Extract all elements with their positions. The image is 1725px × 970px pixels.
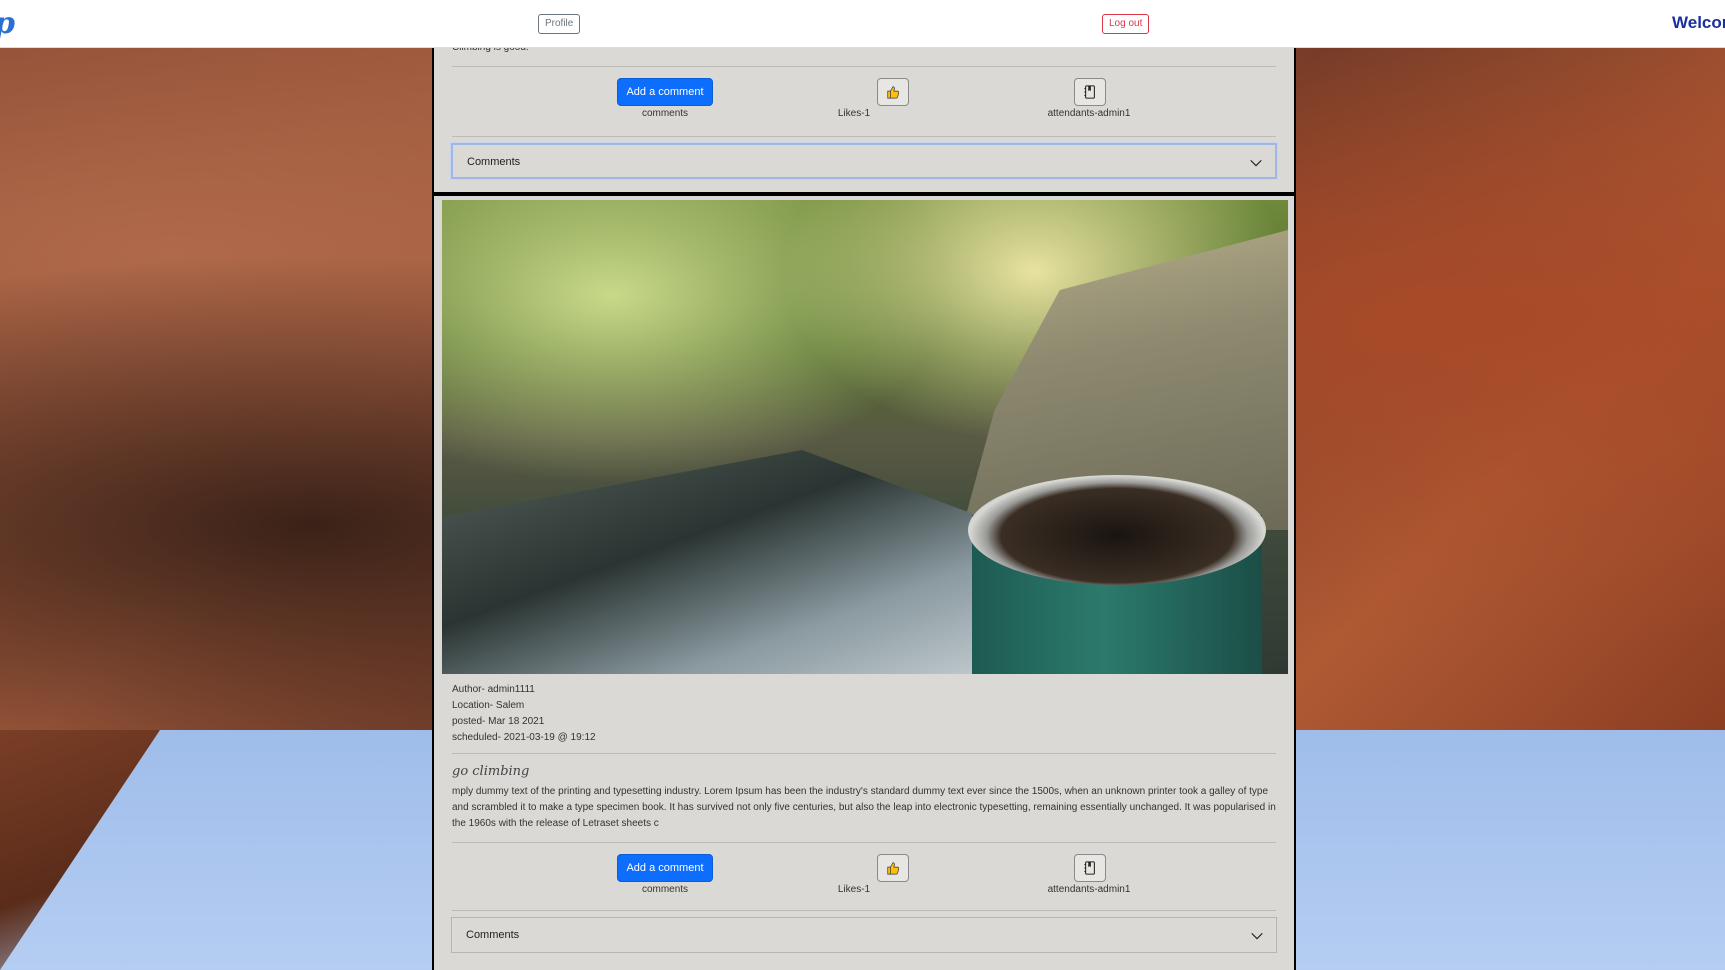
likes-count-label: Likes-1 — [837, 884, 871, 895]
comments-accordion[interactable]: Comments — [451, 917, 1277, 953]
like-button[interactable] — [877, 854, 909, 882]
chevron-down-icon — [1251, 932, 1263, 940]
journal-bookmark-icon — [1084, 85, 1095, 99]
post-card: Climbing is good. Add a comment comments… — [434, 42, 1294, 192]
comments-accordion-label: Comments — [467, 156, 521, 168]
post-description: mply dummy text of the printing and type… — [452, 786, 1276, 829]
thumbs-up-icon — [887, 862, 900, 875]
add-comment-button[interactable]: Add a comment — [617, 78, 713, 106]
welcome-text: Welcome — [1672, 13, 1725, 32]
add-comment-button[interactable]: Add a comment — [617, 854, 713, 882]
top-navbar: p Profile Log out Welcome — [0, 0, 1725, 48]
post-actions: Add a comment comments Likes-1 attendant… — [434, 78, 1294, 134]
chevron-down-icon — [1250, 159, 1262, 167]
attend-button[interactable] — [1074, 854, 1106, 882]
post-image — [442, 200, 1288, 674]
comments-accordion[interactable]: Comments — [451, 143, 1277, 179]
post-actions: Add a comment comments Likes-1 attendant… — [434, 854, 1294, 910]
thumbs-up-icon — [887, 86, 900, 99]
like-button[interactable] — [877, 78, 909, 106]
post-card: Author- admin1111 Location- Salem posted… — [434, 196, 1294, 970]
divider — [452, 910, 1276, 911]
attendants-label: attendants-admin1 — [1047, 108, 1131, 119]
post-location: Location- Salem — [452, 700, 525, 711]
post-scheduled-date: scheduled- 2021-03-19 @ 19:12 — [452, 732, 596, 743]
post-image-cup — [968, 475, 1272, 674]
profile-button[interactable]: Profile — [538, 14, 581, 34]
divider — [452, 66, 1276, 67]
attend-button[interactable] — [1074, 78, 1106, 106]
brand-logo[interactable]: p — [0, 6, 15, 41]
post-image-water — [442, 450, 1042, 674]
post-author: Author- admin1111 — [452, 684, 535, 695]
divider — [452, 842, 1276, 843]
comments-count-label: comments — [641, 108, 689, 119]
likes-count-label: Likes-1 — [837, 108, 871, 119]
comments-accordion-label: Comments — [466, 929, 520, 941]
attendants-label: attendants-admin1 — [1047, 884, 1131, 895]
post-feed[interactable]: Climbing is good. Add a comment comments… — [432, 42, 1296, 970]
divider — [452, 136, 1276, 137]
post-title: go climbing — [452, 764, 530, 779]
post-posted-date: posted- Mar 18 2021 — [452, 716, 545, 727]
comments-count-label: comments — [641, 884, 689, 895]
journal-bookmark-icon — [1084, 861, 1095, 875]
logout-button[interactable]: Log out — [1102, 14, 1150, 34]
divider — [452, 753, 1276, 754]
